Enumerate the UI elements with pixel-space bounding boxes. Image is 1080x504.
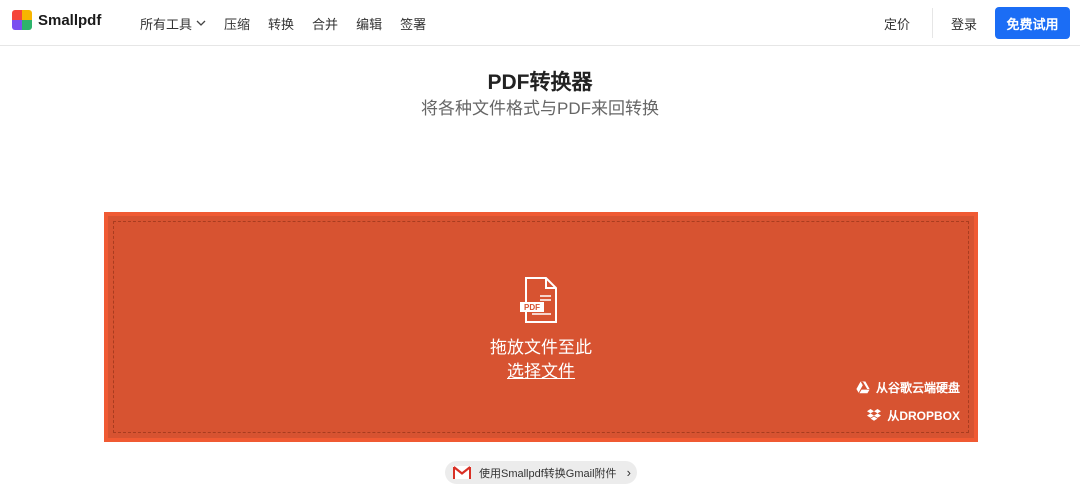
google-drive-label: 从谷歌云端硬盘 — [875, 381, 960, 395]
dropzone-dashed-border — [113, 221, 969, 433]
logo-icon — [12, 10, 32, 30]
nav-sign[interactable]: 签署 — [400, 14, 426, 33]
dropbox-icon — [867, 409, 882, 421]
file-dropzone[interactable]: PDF 拖放文件至此 选择文件 从谷歌云端硬盘 从DROPBOX — [104, 212, 978, 442]
nav-edit[interactable]: 编辑 — [356, 14, 382, 33]
chevron-right-icon: › — [626, 465, 631, 480]
gmail-attachment-button[interactable]: 使用Smallpdf转换Gmail附件 › — [445, 461, 637, 484]
google-drive-icon — [856, 381, 870, 394]
pricing-link[interactable]: 定价 — [884, 14, 910, 33]
main-nav: 所有工具 压缩 转换 合并 编辑 签署 — [140, 0, 426, 46]
dropbox-link[interactable]: 从DROPBOX — [867, 407, 960, 424]
free-trial-button[interactable]: 免费试用 — [995, 7, 1070, 39]
nav-merge[interactable]: 合并 — [312, 14, 338, 33]
gmail-label: 使用Smallpdf转换Gmail附件 — [479, 467, 617, 480]
top-header: Smallpdf 所有工具 压缩 转换 合并 编辑 签署 定价 登录 免费试用 — [0, 0, 1080, 46]
nav-all-tools-label: 所有工具 — [140, 16, 193, 32]
choose-file-link[interactable]: 选择文件 — [104, 357, 978, 382]
login-link[interactable]: 登录 — [951, 14, 977, 33]
nav-compress[interactable]: 压缩 — [224, 14, 250, 33]
google-drive-link[interactable]: 从谷歌云端硬盘 — [856, 379, 960, 396]
chevron-down-icon — [196, 20, 206, 26]
pdf-file-icon: PDF — [520, 277, 557, 323]
dropbox-label: 从DROPBOX — [887, 409, 960, 423]
header-actions: 定价 登录 免费试用 — [884, 0, 1070, 46]
page-title: PDF转换器 — [487, 71, 593, 94]
gmail-icon — [453, 466, 471, 479]
drop-prompt: 拖放文件至此 — [490, 338, 592, 357]
pdf-icon-badge: PDF — [524, 303, 540, 312]
page-subtitle: 将各种文件格式与PDF来回转换 — [421, 99, 659, 118]
nav-all-tools[interactable]: 所有工具 — [140, 14, 206, 33]
nav-convert[interactable]: 转换 — [268, 14, 294, 33]
brand-logo[interactable]: Smallpdf — [12, 10, 101, 30]
brand-name: Smallpdf — [38, 11, 102, 29]
header-divider — [931, 8, 933, 38]
